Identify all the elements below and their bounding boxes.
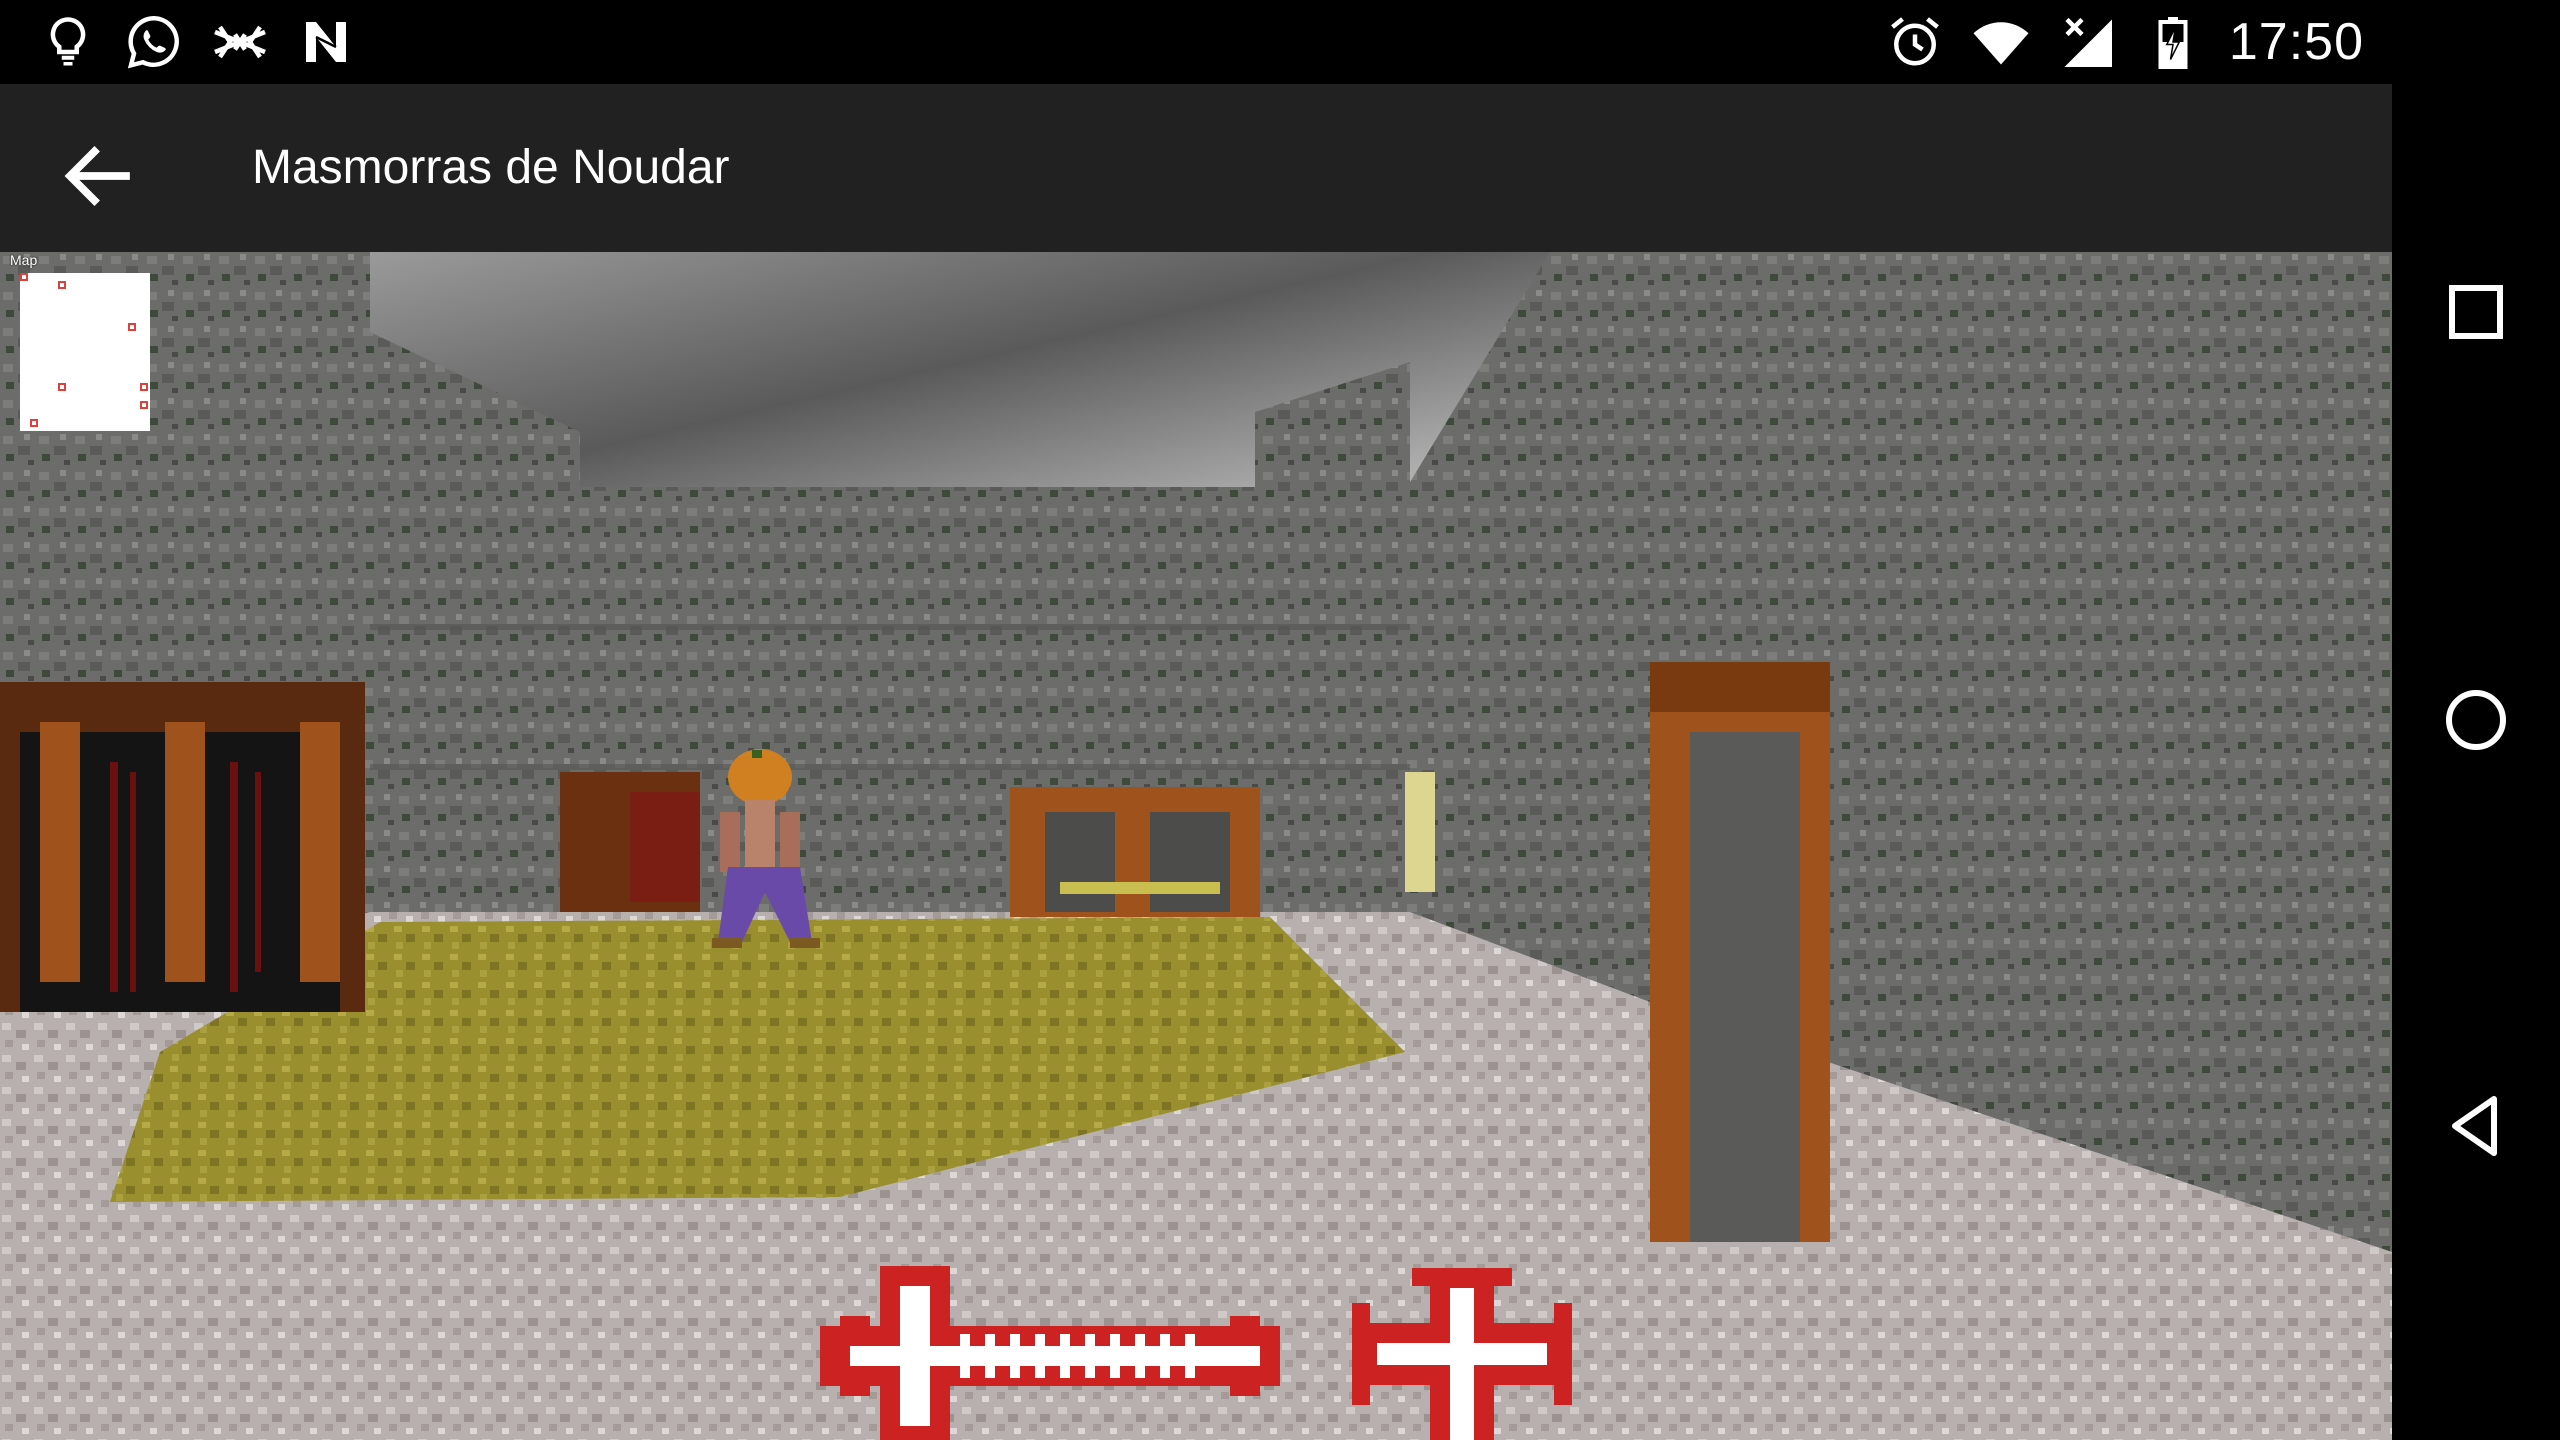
wifi-icon	[1973, 22, 2029, 65]
minimap-label: Map	[10, 252, 38, 268]
sword-weapon-icon	[820, 1266, 1280, 1440]
screen: 17:50 Masmorras de Noudar Map	[0, 0, 2560, 1440]
lightbulb-icon	[50, 17, 86, 66]
battery-charging-icon	[2158, 17, 2188, 69]
app-title: Masmorras de Noudar	[252, 141, 730, 194]
minimap-marker	[20, 273, 28, 281]
recents-square-icon[interactable]	[2440, 276, 2512, 348]
minimap-marker	[30, 419, 38, 427]
n-app-icon	[306, 22, 346, 62]
app-bar: Masmorras de Noudar	[0, 84, 2392, 252]
dungeon-scene	[0, 252, 2392, 1440]
minimap-marker	[140, 383, 148, 391]
whatsapp-icon	[127, 15, 179, 69]
back-triangle-icon[interactable]	[2440, 1090, 2512, 1162]
alarm-icon	[1890, 17, 1939, 66]
cross-of-christ-icon	[1352, 1268, 1572, 1440]
arrow-left-icon[interactable]	[56, 134, 140, 218]
game-viewport[interactable]: Map	[0, 252, 2392, 1440]
status-bar: 17:50	[0, 0, 2392, 84]
notification-icons	[38, 12, 356, 72]
clock-time: 17:50	[2228, 13, 2364, 71]
minimap-marker	[58, 281, 66, 289]
system-indicators: 17:50	[1885, 12, 2364, 72]
navigation-bar	[2392, 0, 2560, 1440]
minimap-marker	[58, 383, 66, 391]
minimap-marker	[128, 323, 136, 331]
minimap-marker	[140, 401, 148, 409]
tangled-icon	[214, 25, 266, 59]
home-circle-icon[interactable]	[2440, 684, 2512, 756]
cell-signal-icon	[2064, 17, 2112, 67]
minimap[interactable]	[20, 273, 150, 431]
